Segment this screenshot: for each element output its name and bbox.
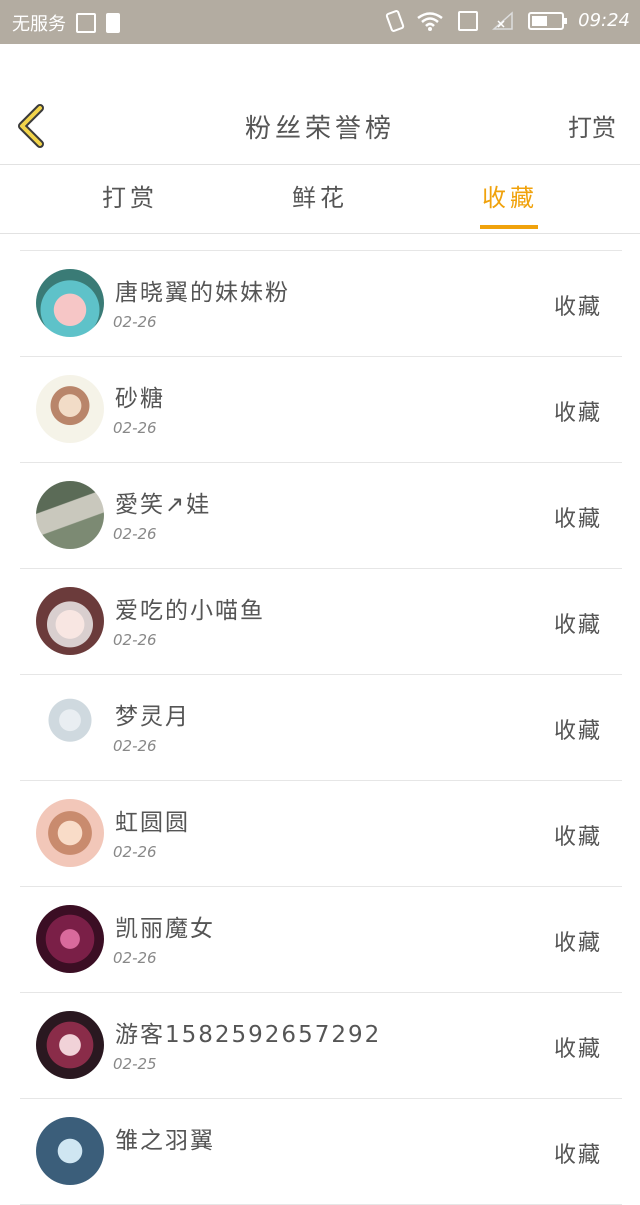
fan-name: 愛笑↗娃	[115, 492, 212, 518]
reward-button[interactable]: 打赏	[568, 108, 616, 143]
list-item[interactable]: 凯丽魔女 02-26 收藏	[20, 887, 622, 993]
avatar	[36, 481, 104, 549]
tab-bar: 打赏 鲜花 收藏	[0, 165, 640, 234]
signal-icon	[492, 10, 513, 30]
fan-date: 02-26	[113, 419, 157, 437]
avatar	[36, 905, 104, 973]
list-item[interactable]: 唐晓翼的妹妹粉 02-26 收藏	[20, 251, 622, 357]
top-bar: 粉丝荣誉榜 打赏	[0, 44, 640, 165]
tab-favorites[interactable]: 收藏	[450, 165, 570, 233]
fan-date: 02-25	[113, 1055, 157, 1073]
fan-action: 收藏	[553, 401, 602, 426]
avatar	[36, 1117, 104, 1185]
fan-action: 收藏	[553, 825, 602, 850]
wifi-icon	[417, 11, 443, 31]
tab-label: 收藏	[482, 184, 538, 212]
fan-date: 02-26	[113, 631, 157, 649]
tab-reward[interactable]: 打赏	[70, 165, 190, 233]
carrier-label: 无服务	[12, 14, 66, 35]
avatar	[36, 375, 104, 443]
tab-label: 鲜花	[292, 184, 348, 212]
fan-name: 游客1582592657292	[115, 1022, 382, 1048]
battery-level	[532, 15, 548, 26]
list-item[interactable]: 砂糖 02-26 收藏	[20, 357, 622, 463]
fan-name: 凯丽魔女	[115, 916, 215, 942]
list-item[interactable]: 梦灵月 02-26 收藏	[20, 675, 622, 781]
sd-card-icon	[106, 13, 120, 33]
fans-list: 唐晓翼的妹妹粉 02-26 收藏 砂糖 02-26 收藏 愛笑↗娃 02-26 …	[20, 250, 622, 1205]
fan-name: 砂糖	[115, 386, 165, 412]
fan-name: 雏之羽翼	[115, 1128, 215, 1154]
fan-date: 02-26	[113, 949, 157, 967]
avatar	[36, 587, 104, 655]
status-bar: 无服务 09:24	[0, 0, 640, 44]
list-item[interactable]: 愛笑↗娃 02-26 收藏	[20, 463, 622, 569]
avatar	[36, 1011, 104, 1079]
fan-date: 02-26	[113, 737, 157, 755]
fan-action: 收藏	[553, 507, 602, 532]
fan-action: 收藏	[553, 1143, 602, 1168]
fan-name: 梦灵月	[115, 704, 190, 730]
tab-flowers[interactable]: 鲜花	[260, 165, 380, 233]
fan-name: 爱吃的小喵鱼	[115, 598, 265, 624]
fan-action: 收藏	[553, 295, 602, 320]
fan-date: 02-26	[113, 313, 157, 331]
list-item[interactable]: 虹圆圆 02-26 收藏	[20, 781, 622, 887]
fan-action: 收藏	[553, 931, 602, 956]
fan-name: 唐晓翼的妹妹粉	[115, 280, 290, 306]
list-item[interactable]: 爱吃的小喵鱼 02-26 收藏	[20, 569, 622, 675]
vibrate-icon	[385, 8, 406, 33]
tab-label: 打赏	[102, 184, 158, 212]
phone-icon	[458, 10, 479, 31]
avatar	[36, 269, 104, 337]
fan-action: 收藏	[553, 719, 602, 744]
fan-action: 收藏	[553, 1037, 602, 1062]
avatar	[36, 693, 104, 761]
page-title: 粉丝荣誉榜	[244, 114, 395, 144]
clock: 09:24	[578, 10, 630, 31]
fan-date: 02-26	[113, 525, 157, 543]
fan-name: 虹圆圆	[115, 810, 190, 836]
battery-icon	[528, 11, 568, 30]
list-item[interactable]: 雏之羽翼 收藏	[20, 1099, 622, 1205]
fan-action: 收藏	[553, 613, 602, 638]
avatar	[36, 799, 104, 867]
fan-date: 02-26	[113, 843, 157, 861]
list-item[interactable]: 游客1582592657292 02-25 收藏	[20, 993, 622, 1099]
image-icon	[76, 13, 96, 33]
active-tab-indicator	[480, 225, 538, 229]
